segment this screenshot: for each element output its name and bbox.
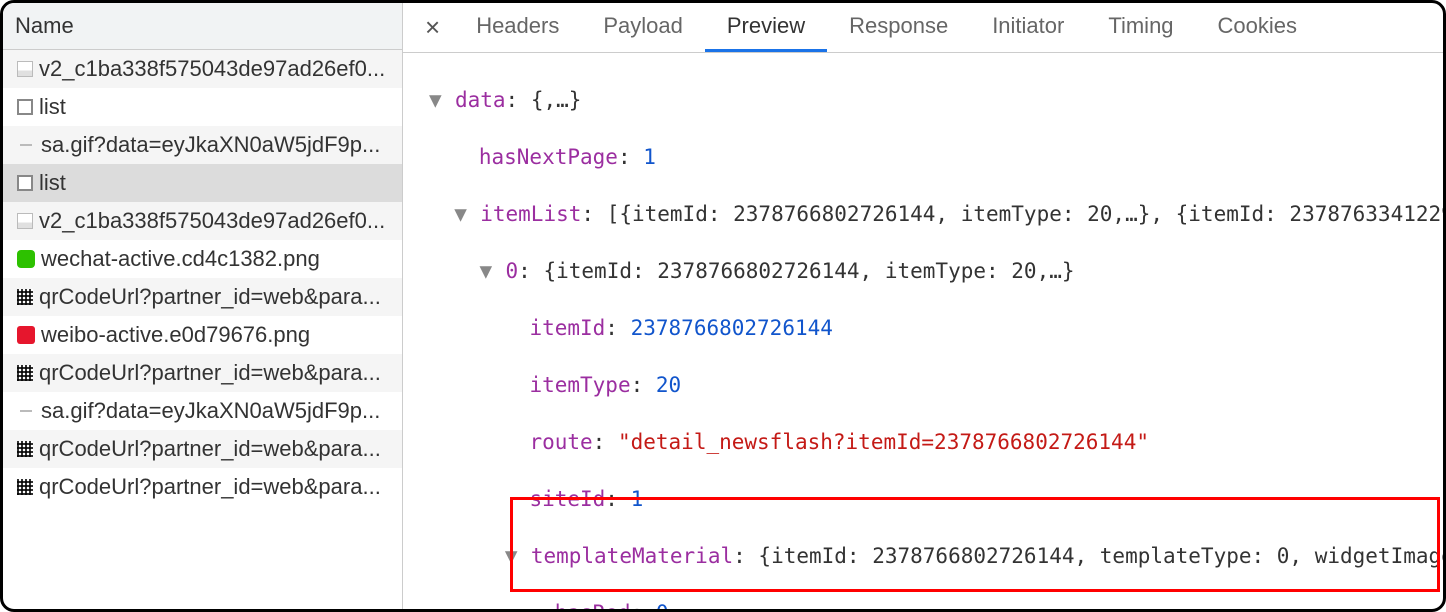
request-name: v2_c1ba338f575043de97ad26ef0... xyxy=(39,208,385,234)
qr-icon xyxy=(17,441,33,457)
tab-timing[interactable]: Timing xyxy=(1086,3,1195,52)
tab-initiator[interactable]: Initiator xyxy=(970,3,1086,52)
request-name: qrCodeUrl?partner_id=web&para... xyxy=(39,436,381,462)
box-icon xyxy=(17,99,33,115)
tab-response[interactable]: Response xyxy=(827,3,970,52)
wechat-icon xyxy=(17,250,35,268)
request-name: wechat-active.cd4c1382.png xyxy=(41,246,320,272)
request-row[interactable]: v2_c1ba338f575043de97ad26ef0... xyxy=(3,202,402,240)
request-row[interactable]: sa.gif?data=eyJkaXN0aW5jdF9p... xyxy=(3,392,402,430)
request-name: qrCodeUrl?partner_id=web&para... xyxy=(39,360,381,386)
request-row[interactable]: qrCodeUrl?partner_id=web&para... xyxy=(3,468,402,506)
request-name: sa.gif?data=eyJkaXN0aW5jdF9p... xyxy=(41,398,380,424)
request-name: v2_c1ba338f575043de97ad26ef0... xyxy=(39,56,385,82)
close-icon[interactable]: × xyxy=(411,4,454,51)
dash-icon xyxy=(20,144,32,146)
request-name: sa.gif?data=eyJkaXN0aW5jdF9p... xyxy=(41,132,380,158)
img-icon xyxy=(17,61,33,77)
tab-headers[interactable]: Headers xyxy=(454,3,581,52)
json-preview[interactable]: ▼ data: {,…} hasNextPage: 1 ▼ itemList: … xyxy=(403,53,1443,609)
request-name: list xyxy=(39,170,66,196)
request-row[interactable]: qrCodeUrl?partner_id=web&para... xyxy=(3,278,402,316)
dash-icon xyxy=(20,410,32,412)
box-icon xyxy=(17,175,33,191)
tab-cookies[interactable]: Cookies xyxy=(1196,3,1319,52)
request-detail-panel: × HeadersPayloadPreviewResponseInitiator… xyxy=(403,3,1443,609)
detail-tabs: × HeadersPayloadPreviewResponseInitiator… xyxy=(403,3,1443,53)
qr-icon xyxy=(17,289,33,305)
qr-icon xyxy=(17,365,33,381)
tab-preview[interactable]: Preview xyxy=(705,3,827,52)
request-name: qrCodeUrl?partner_id=web&para... xyxy=(39,474,381,500)
request-name: weibo-active.e0d79676.png xyxy=(41,322,310,348)
name-column-header[interactable]: Name xyxy=(3,3,402,50)
request-row[interactable]: sa.gif?data=eyJkaXN0aW5jdF9p... xyxy=(3,126,402,164)
network-request-list: Name v2_c1ba338f575043de97ad26ef0...list… xyxy=(3,3,403,609)
request-row[interactable]: qrCodeUrl?partner_id=web&para... xyxy=(3,430,402,468)
request-name: list xyxy=(39,94,66,120)
request-row[interactable]: wechat-active.cd4c1382.png xyxy=(3,240,402,278)
img-icon xyxy=(17,213,33,229)
request-name: qrCodeUrl?partner_id=web&para... xyxy=(39,284,381,310)
request-row[interactable]: list xyxy=(3,164,402,202)
tab-payload[interactable]: Payload xyxy=(581,3,705,52)
request-row[interactable]: v2_c1ba338f575043de97ad26ef0... xyxy=(3,50,402,88)
request-row[interactable]: weibo-active.e0d79676.png xyxy=(3,316,402,354)
weibo-icon xyxy=(17,326,35,344)
qr-icon xyxy=(17,479,33,495)
request-row[interactable]: list xyxy=(3,88,402,126)
request-row[interactable]: qrCodeUrl?partner_id=web&para... xyxy=(3,354,402,392)
